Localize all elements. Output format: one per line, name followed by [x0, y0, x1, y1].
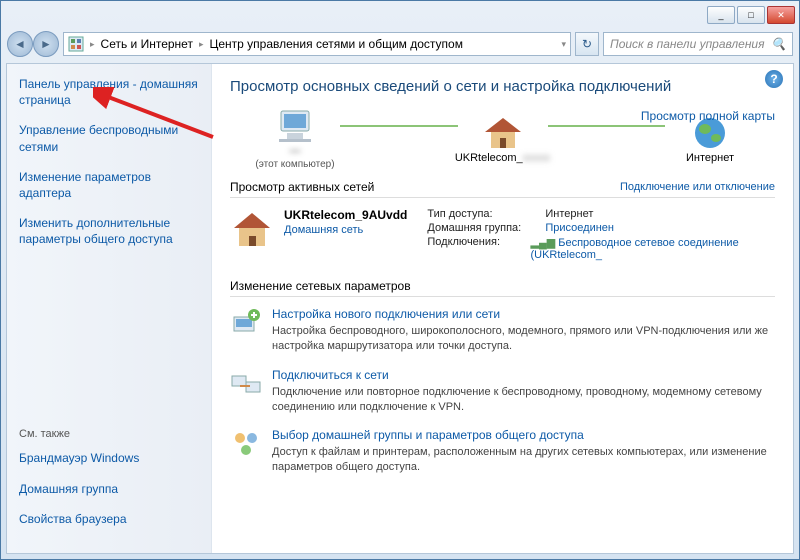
- active-network: UKRtelecom_9AUvdd Домашняя сеть: [230, 208, 407, 263]
- node-router[interactable]: UKRtelecom_xxxxx: [438, 116, 568, 164]
- kv-access-value: Интернет: [545, 208, 593, 220]
- refresh-button[interactable]: ↻: [575, 32, 599, 56]
- node-internet-label: Интернет: [686, 152, 734, 164]
- network-details: Тип доступа: Интернет Домашняя группа: При…: [427, 208, 775, 263]
- section-active-networks: Просмотр активных сетей Подключение или …: [230, 180, 775, 198]
- node-pc-sublabel: (этот компьютер): [255, 159, 334, 170]
- task-title[interactable]: Настройка нового подключения или сети: [272, 307, 775, 321]
- network-map: Просмотр полной карты — (этот компьютер)…: [230, 109, 775, 170]
- sidebar-item-sharing[interactable]: Изменить дополнительные параметры общего…: [19, 215, 199, 247]
- computer-icon: [275, 109, 315, 143]
- new-connection-icon: [230, 307, 262, 339]
- sidebar-item-firewall[interactable]: Брандмауэр Windows: [19, 450, 199, 466]
- search-icon: 🔍: [771, 37, 786, 51]
- kv-access-key: Тип доступа:: [427, 208, 537, 220]
- maximize-button[interactable]: □: [737, 6, 765, 24]
- crumb-sharing-center[interactable]: Центр управления сетями и общим доступом: [209, 37, 463, 51]
- task-title[interactable]: Подключиться к сети: [272, 368, 775, 382]
- node-pc-name: —: [290, 145, 301, 157]
- task-desc: Доступ к файлам и принтерам, расположенн…: [272, 445, 775, 475]
- task-new-connection: Настройка нового подключения или сети Нас…: [230, 307, 775, 354]
- search-input[interactable]: Поиск в панели управления 🔍: [603, 32, 793, 56]
- node-router-name: UKRtelecom_xxxxx: [455, 152, 550, 164]
- chevron-right-icon: ▸: [199, 39, 204, 50]
- back-button[interactable]: ◄: [7, 31, 33, 57]
- network-name: UKRtelecom_9AUvdd: [284, 208, 407, 222]
- kv-connection-value[interactable]: ▂▄▆ Беспроводное сетевое соединение (UKR…: [530, 236, 775, 261]
- sidebar: Панель управления - домашняя страница Уп…: [7, 64, 212, 553]
- task-title[interactable]: Выбор домашней группы и параметров общег…: [272, 428, 775, 442]
- connect-disconnect-link[interactable]: Подключение или отключение: [620, 181, 775, 193]
- sidebar-item-browser[interactable]: Свойства браузера: [19, 511, 199, 527]
- content: Панель управления - домашняя страница Уп…: [6, 63, 794, 554]
- sidebar-item-homegroup[interactable]: Домашняя группа: [19, 481, 199, 497]
- house-icon: [483, 116, 523, 150]
- sidebar-item-wireless[interactable]: Управление беспроводными сетями: [19, 122, 199, 154]
- task-desc: Настройка беспроводного, широкополосного…: [272, 324, 775, 354]
- sidebar-item-home[interactable]: Панель управления - домашняя страница: [19, 76, 199, 108]
- breadcrumb[interactable]: ▸ Сеть и Интернет ▸ Центр управления сет…: [63, 32, 571, 56]
- close-button[interactable]: ✕: [767, 6, 795, 24]
- full-map-link[interactable]: Просмотр полной карты: [641, 109, 775, 123]
- homegroup-icon: [230, 428, 262, 460]
- kv-homegroup-value[interactable]: Присоединен: [545, 222, 614, 234]
- crumb-network[interactable]: Сеть и Интернет: [101, 37, 193, 51]
- titlebar: _ □ ✕: [1, 1, 799, 29]
- connect-icon: [230, 368, 262, 400]
- task-homegroup: Выбор домашней группы и параметров общег…: [230, 428, 775, 475]
- kv-connection-key: Подключения:: [427, 236, 522, 261]
- signal-icon: ▂▄▆: [530, 237, 555, 249]
- page-title: Просмотр основных сведений о сети и наст…: [230, 78, 775, 95]
- dropdown-icon[interactable]: ▾: [561, 39, 566, 50]
- minimize-button[interactable]: _: [707, 6, 735, 24]
- section-title: Просмотр активных сетей: [230, 180, 374, 194]
- task-desc: Подключение или повторное подключение к …: [272, 385, 775, 415]
- control-panel-icon: [68, 36, 84, 52]
- section-change-settings: Изменение сетевых параметров: [230, 279, 775, 297]
- network-type-link[interactable]: Домашняя сеть: [284, 224, 407, 236]
- task-connect: Подключиться к сети Подключение или повто…: [230, 368, 775, 415]
- search-placeholder: Поиск в панели управления: [610, 37, 765, 51]
- house-icon: [230, 208, 274, 252]
- address-bar: ◄ ► ▸ Сеть и Интернет ▸ Центр управления…: [7, 29, 793, 59]
- see-also-label: См. также: [19, 428, 199, 440]
- help-icon[interactable]: ?: [765, 70, 783, 88]
- window: _ □ ✕ ◄ ► ▸ Сеть и Интернет ▸ Центр упра…: [0, 0, 800, 560]
- kv-homegroup-key: Домашняя группа:: [427, 222, 537, 234]
- section-title: Изменение сетевых параметров: [230, 279, 411, 293]
- sidebar-item-adapter[interactable]: Изменение параметров адаптера: [19, 169, 199, 201]
- forward-button[interactable]: ►: [33, 31, 59, 57]
- main-pane: ? Просмотр основных сведений о сети и на…: [212, 64, 793, 553]
- node-this-pc[interactable]: — (этот компьютер): [230, 109, 360, 170]
- nav-buttons: ◄ ►: [7, 31, 59, 57]
- chevron-right-icon: ▸: [90, 39, 95, 50]
